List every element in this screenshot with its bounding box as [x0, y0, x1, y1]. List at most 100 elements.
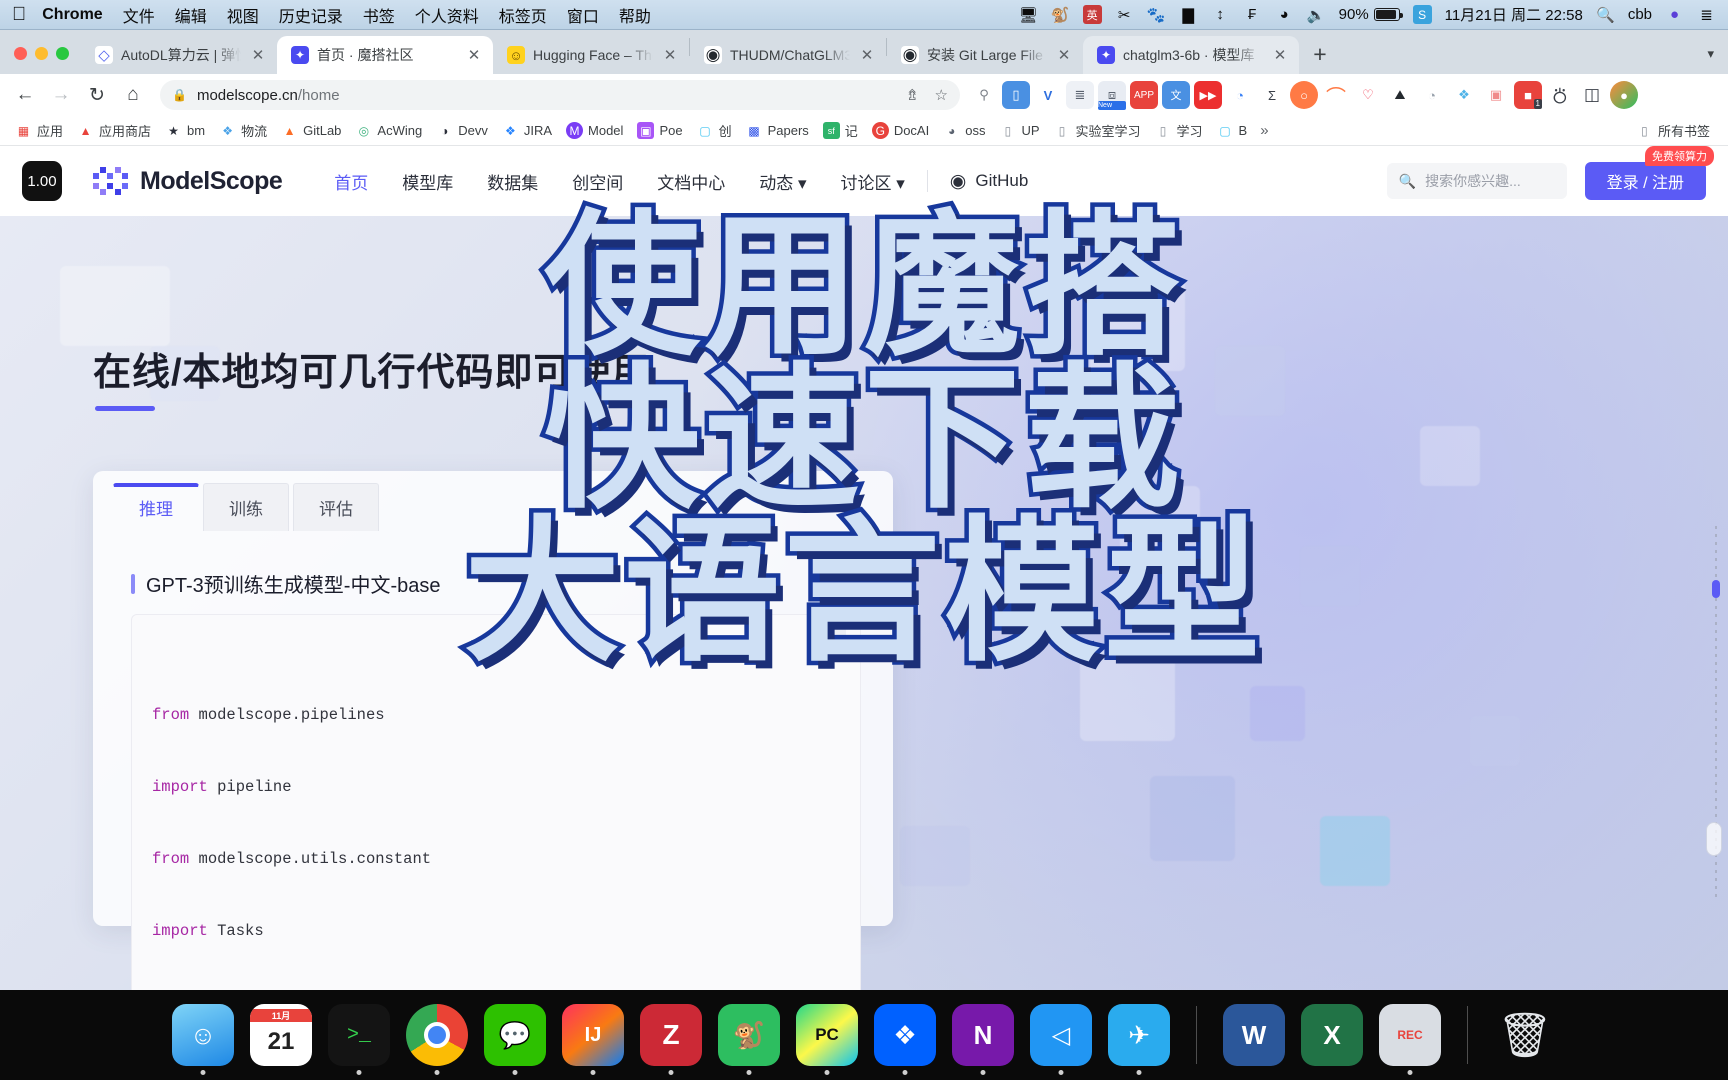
share-icon[interactable]: ⇯: [906, 86, 919, 104]
terminal-icon[interactable]: >_: [328, 1004, 390, 1066]
menu-item-tabs[interactable]: 标签页: [499, 3, 547, 27]
image-downloader-icon[interactable]: ⛰: [1386, 81, 1414, 109]
trash-icon[interactable]: 🗑: [1494, 1004, 1556, 1066]
close-window-button[interactable]: [14, 47, 27, 60]
browser-tab-modelscope-home[interactable]: ✦ 首页 · 魔搭社区 ✕: [277, 36, 493, 74]
nav-item-news[interactable]: 动态 ▾: [759, 169, 806, 194]
close-tab-button[interactable]: ✕: [1055, 46, 1073, 64]
browser-tab-huggingface[interactable]: ☺ Hugging Face – The AI co ✕: [493, 36, 689, 74]
vimium-icon[interactable]: V: [1034, 81, 1062, 109]
nav-item-models[interactable]: 模型库: [402, 169, 453, 194]
nav-item-datasets[interactable]: 数据集: [487, 169, 538, 194]
browser-tab-autodl[interactable]: ◇ AutoDL算力云 | 弹性、好 ✕: [81, 36, 277, 74]
bookmark-folder-up[interactable]: ▯ UP: [992, 122, 1046, 139]
bookmark-devv[interactable]: ◑ Devv: [429, 122, 495, 139]
app-translate-icon[interactable]: APP: [1130, 81, 1158, 109]
word-icon[interactable]: W: [1223, 1004, 1285, 1066]
menu-item-file[interactable]: 文件: [123, 3, 155, 27]
scissors-icon[interactable]: ✂: [1115, 5, 1134, 24]
adblock-icon[interactable]: ▣: [1482, 81, 1510, 109]
zotero-connector-icon[interactable]: ⚲: [970, 81, 998, 109]
bookmark-gitlab[interactable]: ▲ GitLab: [274, 122, 348, 139]
input-method-icon[interactable]: 英: [1082, 5, 1102, 24]
pocket-icon[interactable]: ♡: [1354, 81, 1382, 109]
tab-evaluation[interactable]: 评估: [293, 483, 379, 531]
star-icon[interactable]: ☆: [935, 86, 948, 104]
bookmark-chuang[interactable]: ▢ 创: [690, 121, 739, 140]
close-tab-button[interactable]: ✕: [465, 46, 483, 64]
intellij-idea-icon[interactable]: IJ: [562, 1004, 624, 1066]
profile-avatar-icon[interactable]: ●: [1610, 81, 1638, 109]
volume-icon[interactable]: 🔈: [1307, 5, 1326, 24]
transfer-icon[interactable]: ↕: [1211, 5, 1230, 24]
evernote-icon[interactable]: 🐒: [1051, 5, 1070, 24]
screen-recorder-icon[interactable]: REC: [1379, 1004, 1441, 1066]
bookmark-folder-study[interactable]: ▯ 学习: [1148, 121, 1210, 140]
close-tab-button[interactable]: ✕: [249, 46, 267, 64]
pycharm-icon[interactable]: PC: [796, 1004, 858, 1066]
nav-item-studios[interactable]: 创空间: [572, 169, 623, 194]
side-panel-icon[interactable]: ◫: [1578, 81, 1606, 109]
bookmark-ji[interactable]: sf 记: [816, 121, 865, 140]
menu-item-window[interactable]: 窗口: [567, 3, 599, 27]
menu-item-bookmarks[interactable]: 书签: [363, 3, 395, 27]
bookmark-jira[interactable]: ❖ JIRA: [495, 122, 559, 139]
honey-icon[interactable]: ⌒: [1322, 81, 1350, 109]
nav-item-home[interactable]: 首页: [334, 169, 368, 194]
page-scrollbar[interactable]: [1712, 286, 1720, 990]
menu-user-name[interactable]: cbb: [1628, 6, 1652, 23]
momentum-icon[interactable]: ○: [1290, 81, 1318, 109]
all-bookmarks-button[interactable]: ▯ 所有书签: [1629, 121, 1720, 140]
dropbox-icon[interactable]: ❖: [874, 1004, 936, 1066]
control-center-icon[interactable]: ≣: [1697, 5, 1716, 24]
chrome-icon[interactable]: [406, 1004, 468, 1066]
site-search-input[interactable]: 🔍 搜索你感兴趣...: [1386, 163, 1567, 199]
apple-logo-icon[interactable]: : [12, 5, 26, 24]
bookmark-acwing[interactable]: ◎ AcWing: [348, 122, 429, 139]
rss-icon[interactable]: ◔: [1226, 81, 1254, 109]
bluetooth-icon[interactable]: ₣: [1243, 5, 1262, 24]
extensions-puzzle-icon[interactable]: ⛣: [1546, 81, 1574, 109]
bear-icon[interactable]: 🐾: [1147, 5, 1166, 24]
tab-search-chevron-down-icon[interactable]: ▾: [1707, 46, 1728, 74]
forward-arrow-icon[interactable]: →: [46, 80, 76, 110]
modelscope-logo[interactable]: ModelScope: [92, 166, 283, 196]
home-icon[interactable]: ⌂: [118, 80, 148, 110]
menu-app-name[interactable]: Chrome: [42, 6, 102, 24]
menu-item-history[interactable]: 历史记录: [279, 3, 343, 27]
new-tab-button[interactable]: +: [1305, 39, 1335, 69]
siri-icon[interactable]: ●: [1665, 5, 1684, 24]
tab-inference[interactable]: 推理: [113, 483, 199, 531]
bookmark-apps[interactable]: ▦ 应用: [8, 121, 70, 140]
bookmark-docai[interactable]: G DocAI: [865, 122, 936, 139]
floating-side-widget[interactable]: [1706, 822, 1722, 856]
bookmark-bilibili[interactable]: ▢ B: [1210, 122, 1255, 139]
browser-tab-git-lfs[interactable]: ◉ 安装 Git Large File Storag ✕: [887, 36, 1083, 74]
wechat-icon[interactable]: 💬: [484, 1004, 546, 1066]
proxy-icon[interactable]: ◔: [1418, 81, 1446, 109]
menu-item-help[interactable]: 帮助: [619, 3, 651, 27]
menu-clock[interactable]: 11月21日 周二 22:58: [1445, 4, 1583, 25]
bookmark-model[interactable]: M Model: [559, 122, 630, 139]
onenote-icon[interactable]: N: [952, 1004, 1014, 1066]
screenshot-new-icon[interactable]: ⧈ New: [1098, 81, 1126, 110]
bookmark-logistics[interactable]: ❖ 物流: [212, 121, 274, 140]
mathjax-icon[interactable]: Σ: [1258, 81, 1286, 109]
bookmark-papers[interactable]: ▩ Papers: [739, 122, 816, 139]
maximize-window-button[interactable]: [56, 47, 69, 60]
bookmark-app-store[interactable]: ▲ 应用商店: [70, 121, 158, 140]
youtube-downloader-icon[interactable]: ▶▶: [1194, 81, 1222, 109]
bookmarks-overflow-button[interactable]: »: [1254, 122, 1274, 139]
extension-badge-icon[interactable]: ■ 1: [1514, 81, 1542, 109]
telegram-icon[interactable]: ✈: [1108, 1004, 1170, 1066]
copy-icon[interactable]: ⧉: [814, 625, 846, 657]
calendar-icon[interactable]: 11月 21: [250, 1004, 312, 1066]
evernote-icon[interactable]: 🐒: [718, 1004, 780, 1066]
reader-mode-icon[interactable]: ≣: [1066, 81, 1094, 109]
sogou-icon[interactable]: S: [1412, 5, 1432, 24]
login-register-button[interactable]: 登录 / 注册: [1584, 162, 1706, 200]
google-translate-icon[interactable]: 文: [1162, 81, 1190, 109]
reload-icon[interactable]: ↻: [82, 80, 112, 110]
bookmark-bm[interactable]: ★ bm: [158, 122, 212, 139]
menu-item-profile[interactable]: 个人资料: [415, 3, 479, 27]
